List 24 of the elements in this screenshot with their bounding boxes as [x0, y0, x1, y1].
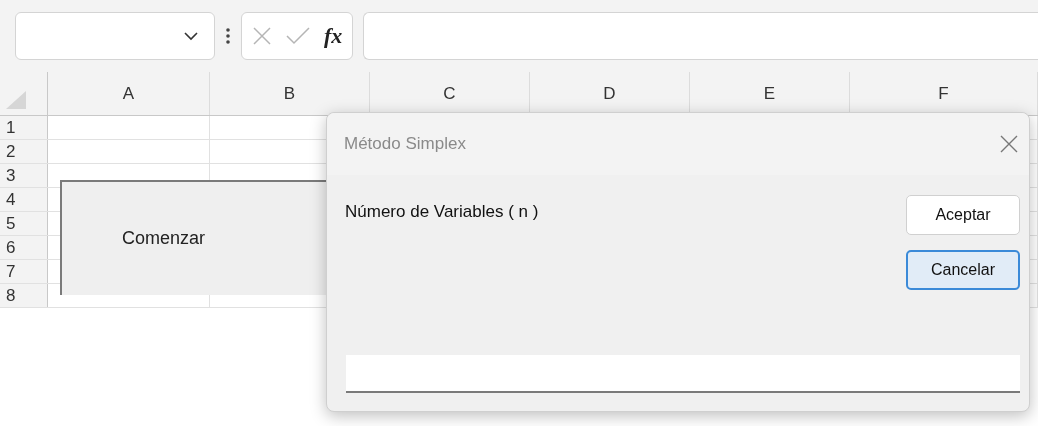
column-header[interactable]: A: [48, 72, 210, 115]
comenzar-button[interactable]: Comenzar: [60, 180, 326, 295]
more-options-icon[interactable]: [225, 27, 231, 45]
checkmark-icon[interactable]: [286, 27, 310, 45]
row-header[interactable]: 5: [0, 212, 48, 235]
dialog-button[interactable]: Cancelar: [906, 250, 1020, 290]
row-header[interactable]: 7: [0, 260, 48, 283]
prompt-label: Número de Variables ( n ): [345, 201, 539, 223]
name-box[interactable]: [15, 12, 215, 60]
row-header[interactable]: 1: [0, 116, 48, 139]
row-header[interactable]: 8: [0, 284, 48, 307]
corner-triangle-icon: [6, 91, 26, 109]
insert-function-button[interactable]: fx: [324, 25, 343, 47]
dropdown-caret-icon: [184, 31, 198, 41]
formula-field[interactable]: [363, 12, 1038, 60]
dialog-button[interactable]: Aceptar: [906, 195, 1020, 235]
row-header[interactable]: 4: [0, 188, 48, 211]
row-header[interactable]: 3: [0, 164, 48, 187]
dialog-title: Método Simplex: [344, 133, 466, 156]
row-header[interactable]: 2: [0, 140, 48, 163]
value-input-field[interactable]: [346, 355, 1020, 393]
row-header[interactable]: 6: [0, 236, 48, 259]
close-icon[interactable]: [999, 134, 1019, 154]
cancel-icon[interactable]: [252, 26, 272, 46]
